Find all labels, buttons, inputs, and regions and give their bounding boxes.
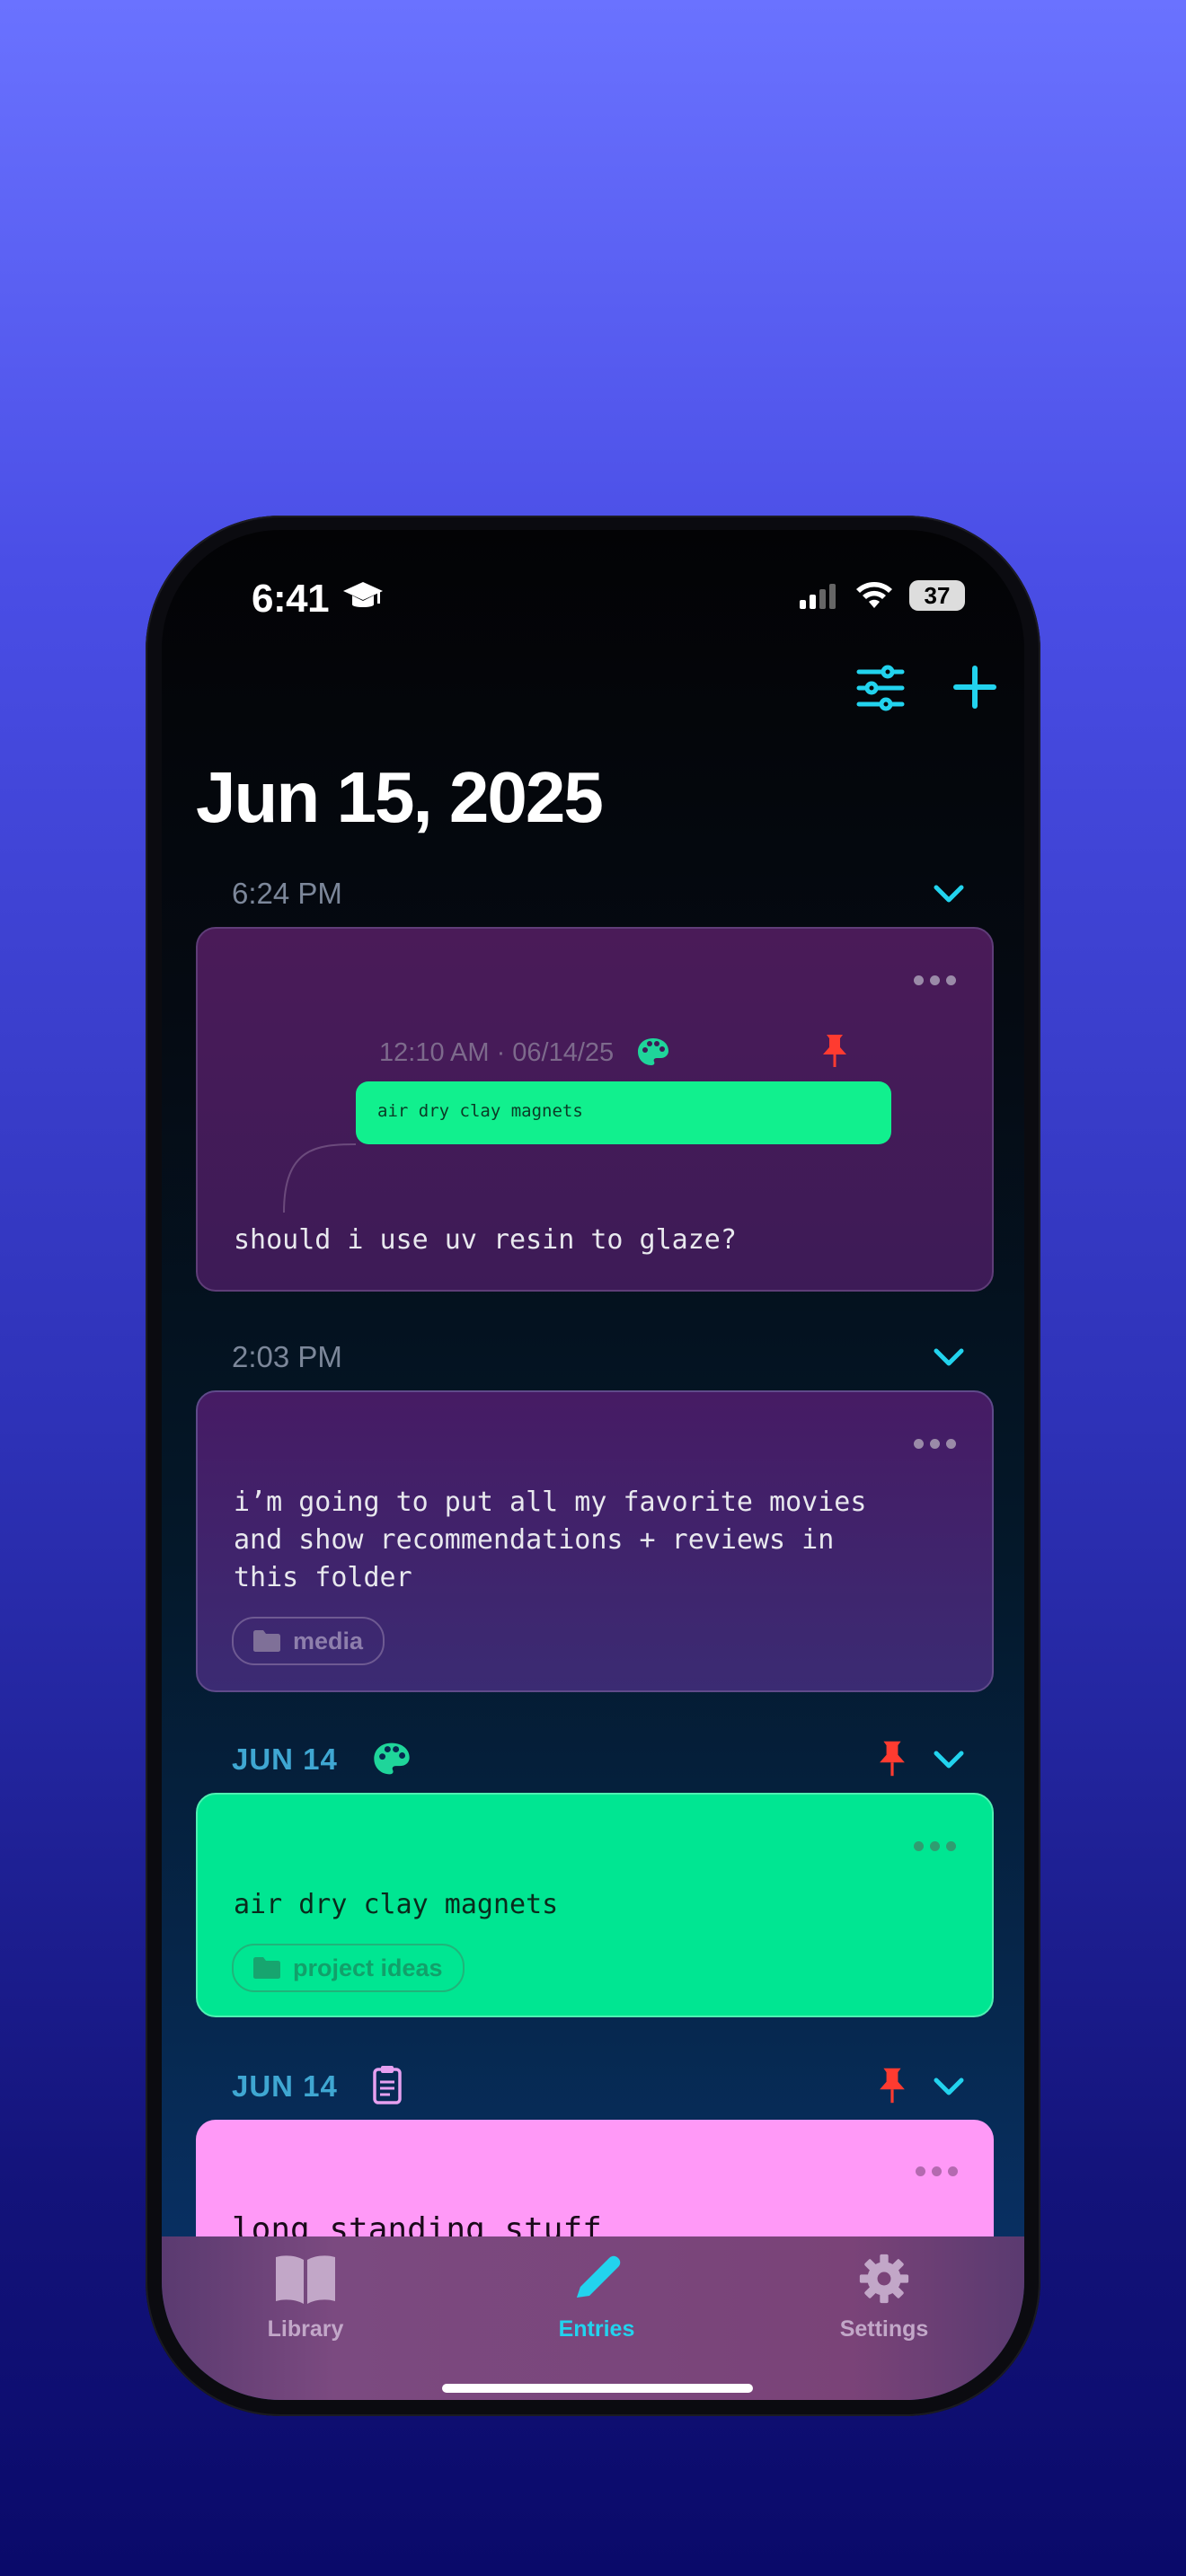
tab-entries[interactable]: Entries (507, 2253, 686, 2342)
tab-bar: Library Entries Settings (162, 2236, 1024, 2400)
graduation-cap-icon (341, 577, 385, 621)
chevron-down-icon[interactable] (933, 884, 965, 908)
folder-label: media (293, 1627, 364, 1654)
pin-icon[interactable] (878, 1739, 907, 1783)
more-options-icon[interactable] (914, 1841, 956, 1851)
folder-icon (253, 1630, 280, 1652)
section-time-label: 2:03 PM (232, 1340, 342, 1373)
home-indicator[interactable] (442, 2384, 753, 2393)
gear-icon (859, 2254, 909, 2304)
entry-line: and show recommendations + reviews in (234, 1524, 835, 1556)
reply-connector (283, 1143, 357, 1213)
pencil-icon (577, 2255, 621, 2298)
filter-sliders-icon[interactable] (855, 665, 906, 716)
page-title: Jun 15, 2025 (196, 757, 604, 837)
plus-icon (953, 666, 996, 709)
entry-line: this folder (234, 1562, 412, 1593)
tab-label: Library (267, 2316, 344, 2342)
palette-icon (636, 1037, 670, 1072)
chevron-down-icon[interactable] (933, 2077, 965, 2101)
pin-icon (821, 1033, 848, 1073)
palette-icon (372, 1741, 412, 1781)
entry-text: air dry clay magnets (234, 1889, 559, 1920)
chevron-down-icon[interactable] (933, 1750, 965, 1774)
entry-card[interactable]: air dry clay magnets project ideas (196, 1793, 994, 2017)
battery-indicator: 37 (909, 580, 965, 611)
section-date-label: JUN 14 (232, 1742, 338, 1776)
entry-card[interactable]: 12:10 AM · 06/14/25 air dry clay magnets… (196, 927, 994, 1292)
more-options-icon[interactable] (914, 1439, 956, 1449)
tab-settings[interactable]: Settings (794, 2253, 974, 2342)
entry-card[interactable]: i’m going to put all my favorite movies … (196, 1390, 994, 1692)
tab-library[interactable]: Library (216, 2253, 395, 2342)
status-icons: 37 (800, 580, 965, 611)
app-screen: 6:41 37 Jun 15, 2025 6:24 PM 12:10 AM · … (162, 530, 1024, 2400)
more-options-icon[interactable] (916, 2166, 958, 2176)
section-date-label: JUN 14 (232, 2069, 338, 2103)
folder-tag[interactable]: media (232, 1617, 385, 1665)
tab-label: Settings (839, 2316, 929, 2342)
clipboard-icon (372, 2064, 403, 2110)
folder-icon (253, 1957, 280, 1979)
entry-line: i’m going to put all my favorite movies (234, 1486, 867, 1518)
more-options-icon[interactable] (914, 975, 956, 985)
entry-text: should i use uv resin to glaze? (234, 1224, 737, 1256)
quoted-entry[interactable]: air dry clay magnets (356, 1081, 891, 1144)
status-time: 6:41 (252, 577, 330, 621)
add-entry-button[interactable] (952, 665, 997, 714)
pin-icon[interactable] (878, 2066, 907, 2110)
section-time-label: 6:24 PM (232, 877, 342, 910)
chevron-down-icon[interactable] (933, 1347, 965, 1372)
reply-meta: 12:10 AM · 06/14/25 (379, 1038, 615, 1067)
wifi-icon (856, 582, 892, 608)
cellular-signal-icon (800, 584, 836, 609)
folder-tag[interactable]: project ideas (232, 1944, 465, 1992)
book-icon (276, 2255, 335, 2304)
folder-label: project ideas (293, 1954, 443, 1981)
tab-label: Entries (558, 2316, 635, 2342)
entry-text: i’m going to put all my favorite movies … (234, 1484, 866, 1597)
